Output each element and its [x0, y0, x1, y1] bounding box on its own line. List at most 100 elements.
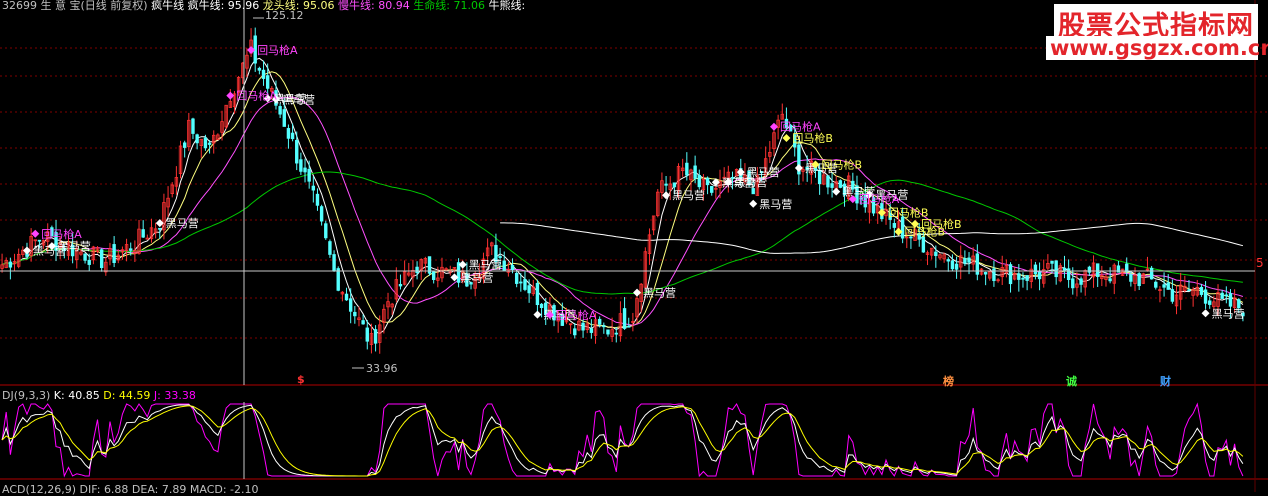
candle-body — [622, 308, 627, 329]
candle-body — [519, 281, 523, 284]
signal-label: 黑马营 — [1212, 306, 1245, 320]
candle-body — [705, 177, 710, 186]
candle-body — [1228, 293, 1233, 307]
candle-body — [361, 320, 365, 325]
candle-body — [129, 248, 133, 251]
line5-label: 生命线: — [413, 0, 450, 12]
candle-body — [535, 282, 540, 306]
signal-label: 回马枪A — [41, 227, 82, 241]
event-cue-1: $ — [297, 373, 305, 386]
price-scale-marker: 5 — [1256, 256, 1264, 270]
signal-label: 回马枪B — [821, 157, 862, 171]
candle-body — [257, 67, 262, 71]
kdj-k-label: K: — [53, 389, 65, 402]
candle-body — [1095, 263, 1100, 277]
candle-body — [1170, 289, 1175, 302]
candle-body — [365, 327, 369, 342]
candle-body — [112, 244, 116, 263]
candle-body — [934, 251, 938, 257]
line2-label: 疯牛线: — [187, 0, 225, 12]
candle-body — [87, 259, 91, 265]
candle-body — [614, 332, 618, 335]
candle-body — [398, 283, 403, 287]
signal-label: 黑马营 — [747, 165, 780, 179]
candle-body — [195, 134, 199, 144]
candle-body — [1021, 277, 1025, 280]
indicator-lines — [1, 57, 1244, 334]
candle-body — [319, 206, 324, 222]
line6-label: 牛熊线: — [488, 0, 526, 12]
kdj-j-label: J: — [153, 389, 161, 402]
candle-body — [606, 329, 610, 335]
event-cue-2: 榜 — [943, 375, 954, 388]
bull-bear-line — [500, 222, 1244, 254]
signal-label: 回马枪A — [859, 192, 900, 206]
ma-mid-line — [1, 71, 1244, 329]
candle-body — [8, 261, 13, 268]
candle-body — [299, 159, 303, 172]
stock-code: 32699 — [2, 0, 37, 12]
signal-label: 黑马营 — [282, 92, 315, 106]
candle-body — [950, 260, 955, 270]
stock-name: 生 意 宝(日线 前复权) — [40, 0, 148, 12]
candle-body — [328, 241, 332, 255]
signal-label: 黑马营 — [643, 286, 676, 300]
candle-body — [315, 193, 320, 206]
candle-body — [946, 259, 950, 262]
candle-body — [348, 298, 353, 312]
candle-body — [303, 167, 307, 173]
kdj-d-value: 44.59 — [118, 389, 151, 402]
signal-diamond-icon — [832, 187, 841, 196]
candle-body — [203, 137, 208, 149]
kdj-d-label: D: — [103, 389, 116, 402]
candle-body — [286, 128, 291, 139]
candle-body — [311, 185, 316, 191]
stock-chart[interactable]: 黑马营黑马营黑马营黑马营黑马营黑马营黑马营黑马营黑马营黑马营黑马营黑马营黑马营黑… — [0, 0, 1268, 492]
kdj-header: DJ(9,3,3) K: 40.85 D: 44.59 J: 33.38 — [2, 389, 196, 402]
candle-body — [1108, 278, 1112, 282]
line4-value: 80.94 — [378, 0, 410, 12]
crosshair — [0, 0, 1255, 479]
ma-slow-line — [1, 96, 1244, 326]
line2-value: 95.96 — [227, 0, 260, 12]
event-cue-4: 财 — [1160, 375, 1171, 388]
candle-body — [498, 256, 502, 258]
candle-body — [431, 271, 436, 280]
ma-fast-line — [1, 57, 1244, 334]
line3-value: 95.06 — [303, 0, 335, 12]
candle-body — [539, 303, 544, 309]
candle-body — [1062, 267, 1067, 271]
candle-body — [83, 253, 87, 261]
candle-body — [324, 223, 328, 239]
candle-body — [921, 236, 926, 253]
candle-body — [141, 229, 145, 238]
signal-label: 回马枪B — [792, 131, 833, 145]
line5-value: 71.06 — [453, 0, 485, 12]
candle-body — [282, 109, 286, 127]
candle-body — [826, 175, 830, 188]
candle-body — [523, 279, 527, 290]
candle-body — [627, 325, 631, 328]
candle-body — [344, 293, 349, 301]
candle-body — [1154, 281, 1158, 288]
candle-body — [693, 165, 697, 179]
candle-body — [207, 142, 212, 145]
signal-label: 回马枪B — [921, 217, 962, 231]
candle-body — [1149, 267, 1154, 280]
candle-body — [191, 118, 195, 134]
signal-label: 黑马营 — [469, 258, 502, 272]
candle-body — [963, 258, 967, 264]
candle-body — [983, 272, 988, 275]
candle-body — [373, 329, 378, 344]
line4-label: 慢牛线: — [338, 0, 375, 12]
candle-body — [1208, 300, 1212, 305]
candle-body — [1187, 289, 1191, 292]
candle-body — [514, 272, 519, 284]
candle-body — [1066, 268, 1071, 281]
kdj-name: DJ(9,3,3) — [2, 389, 51, 402]
candle-body — [1224, 294, 1229, 297]
kdj-j-line — [1, 402, 1244, 478]
signal-diamond-icon — [749, 199, 758, 208]
candle-body — [307, 168, 311, 182]
candle-body — [1129, 274, 1133, 282]
